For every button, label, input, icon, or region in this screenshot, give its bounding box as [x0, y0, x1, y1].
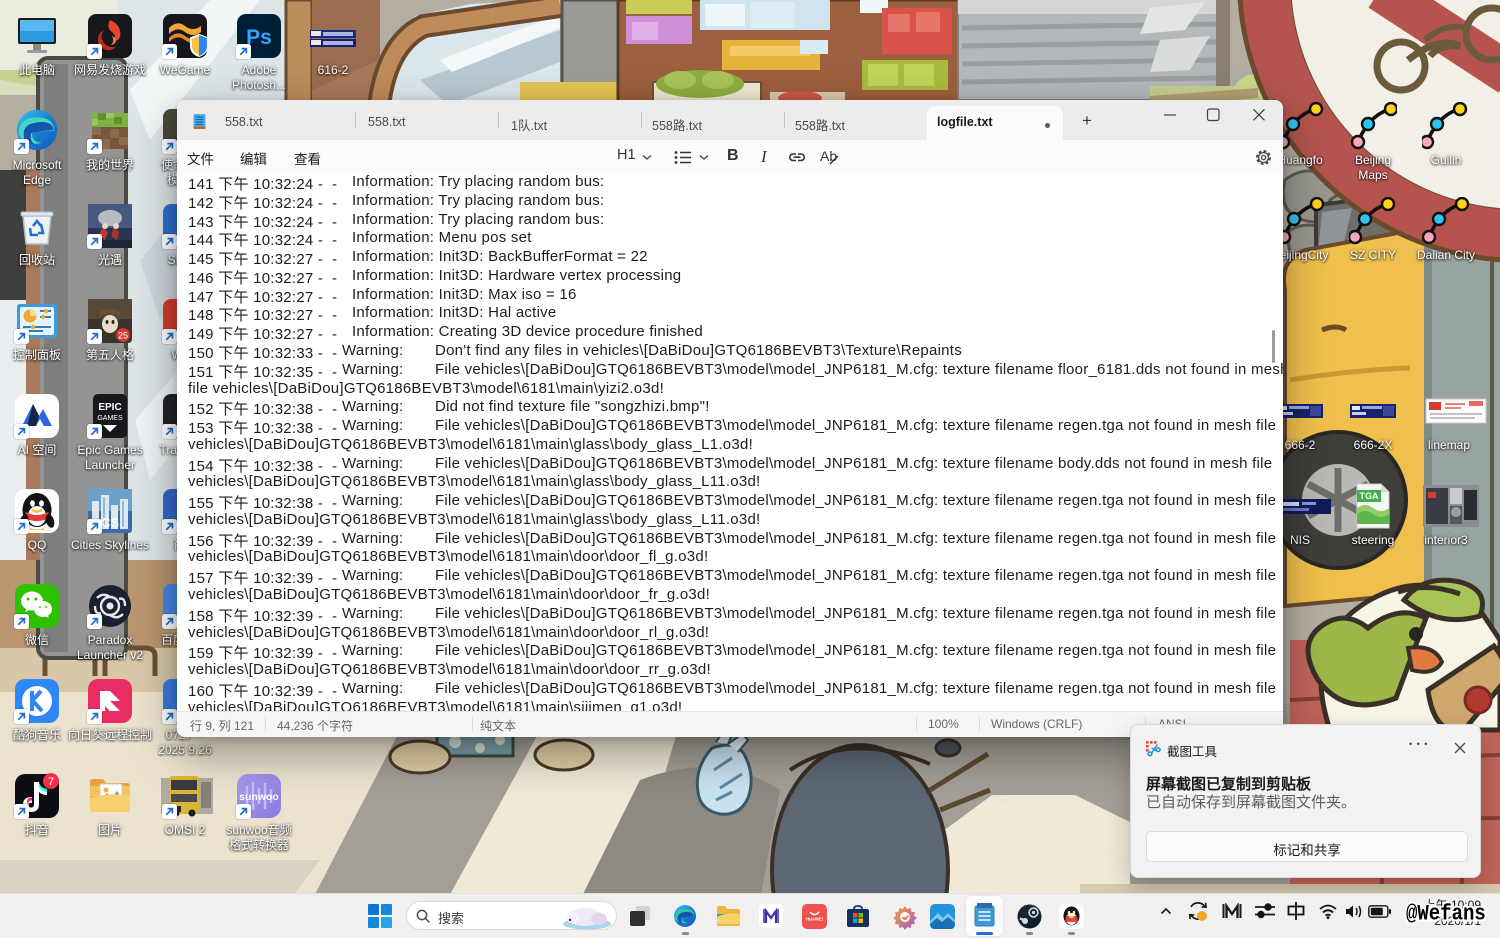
svg-text:EPIC: EPIC — [98, 402, 121, 413]
svg-text:sunwoo: sunwoo — [239, 791, 279, 803]
svg-text:CS: CS — [101, 515, 119, 530]
svg-text:25: 25 — [118, 331, 128, 341]
svg-text:GAMES: GAMES — [97, 415, 123, 422]
svg-text:7: 7 — [48, 776, 54, 788]
svg-text:Ab: Ab — [820, 148, 837, 164]
svg-text:HUAWEI: HUAWEI — [806, 917, 823, 922]
svg-text:TGA: TGA — [1360, 491, 1379, 501]
